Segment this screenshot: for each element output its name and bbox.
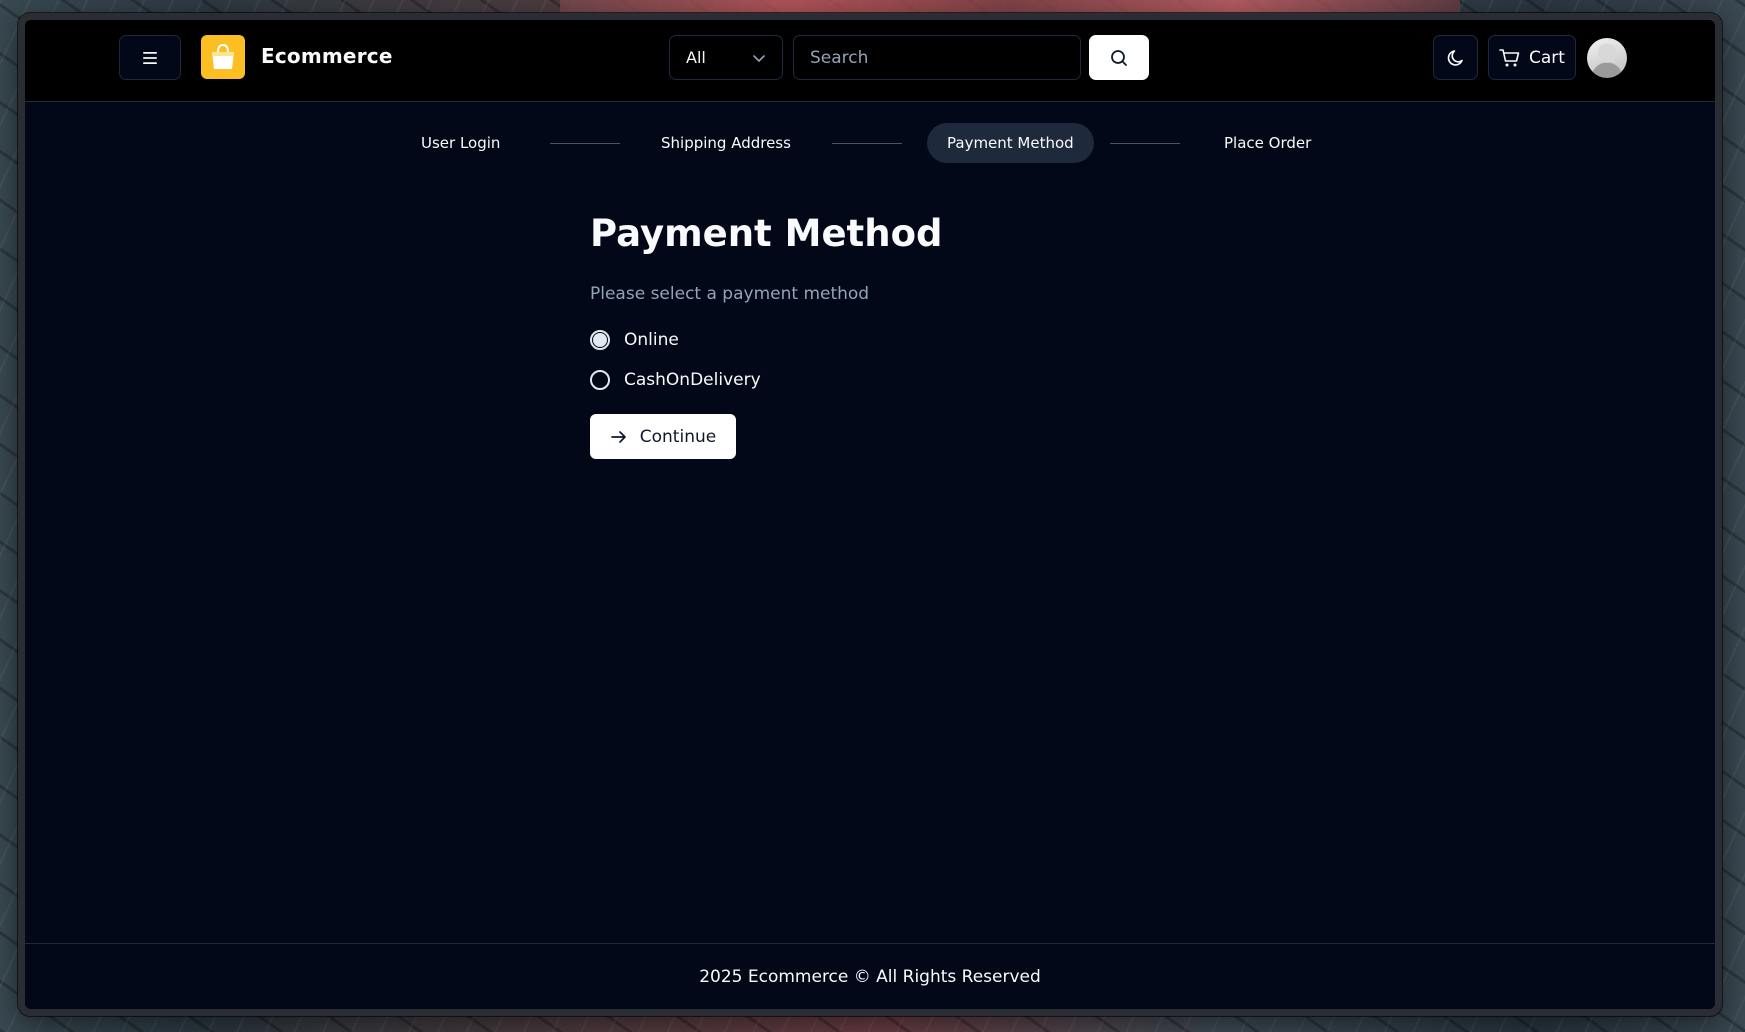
user-avatar[interactable]: [1587, 38, 1627, 78]
page-subtitle: Please select a payment method: [590, 284, 870, 304]
moon-icon: [1447, 49, 1463, 66]
payment-option-cash-on-delivery[interactable]: CashOnDelivery: [590, 370, 761, 390]
radio-cash-on-delivery[interactable]: [590, 370, 610, 390]
hamburger-icon: [143, 51, 157, 64]
step-place-order[interactable]: Place Order: [1224, 123, 1311, 163]
payment-option-online[interactable]: Online: [590, 330, 679, 350]
step-connector: [550, 143, 620, 144]
cart-icon: [1499, 48, 1520, 66]
continue-label: Continue: [639, 426, 717, 447]
search-input[interactable]: [793, 35, 1081, 80]
category-select[interactable]: All: [669, 35, 783, 80]
search-icon: [1111, 49, 1127, 66]
step-user-login[interactable]: User Login: [421, 123, 500, 163]
arrow-right-icon: [610, 430, 626, 443]
top-header: Ecommerce All Search Cart: [25, 20, 1715, 102]
radio-online[interactable]: [590, 330, 610, 350]
page-footer: 2025 Ecommerce © All Rights Reserved: [25, 943, 1715, 1009]
chevron-down-icon: [753, 54, 765, 62]
radio-label-online: Online: [624, 330, 679, 350]
category-selected-value: All: [686, 48, 706, 67]
checkout-stepper: User Login Shipping Address Payment Meth…: [25, 123, 1715, 163]
search-button[interactable]: [1089, 35, 1149, 80]
step-payment-method[interactable]: Payment Method: [927, 123, 1094, 163]
menu-button[interactable]: [119, 35, 181, 80]
step-connector: [832, 143, 902, 144]
step-connector: [1110, 143, 1180, 144]
step-shipping-address[interactable]: Shipping Address: [661, 123, 791, 163]
app-root: Ecommerce All Search Cart User Login Shi…: [25, 20, 1715, 1009]
browser-window: Ecommerce All Search Cart User Login Shi…: [18, 13, 1722, 1016]
footer-copyright: 2025 Ecommerce © All Rights Reserved: [699, 966, 1041, 987]
desktop-backdrop: [560, 0, 1460, 14]
page-title: Payment Method: [590, 212, 943, 255]
shopping-bag-icon: [212, 43, 234, 69]
brand-name[interactable]: Ecommerce: [261, 44, 393, 68]
cart-button[interactable]: Cart: [1488, 35, 1576, 80]
theme-toggle-button[interactable]: [1433, 35, 1478, 80]
cart-label: Cart: [1529, 47, 1565, 68]
radio-label-cash-on-delivery: CashOnDelivery: [624, 370, 761, 390]
continue-button[interactable]: Continue: [590, 414, 736, 459]
brand-logo[interactable]: [201, 35, 245, 79]
